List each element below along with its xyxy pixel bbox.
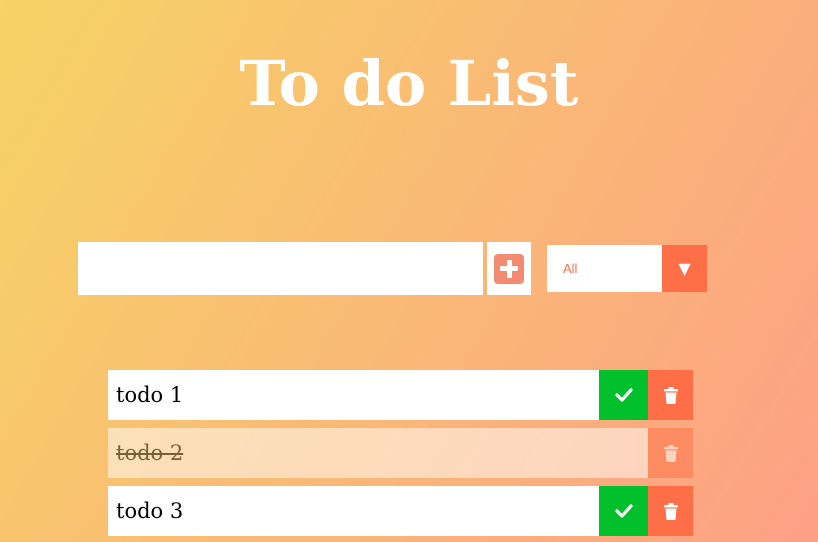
complete-button[interactable] xyxy=(599,486,648,536)
page-title: To do List xyxy=(239,47,579,120)
check-icon xyxy=(614,388,633,402)
todo-list: todo 1 todo 2 todo 3 xyxy=(108,370,693,542)
todo-text: todo 2 xyxy=(116,441,184,465)
delete-button[interactable] xyxy=(648,486,693,536)
plus-square-icon xyxy=(494,253,524,284)
todo-form xyxy=(78,242,531,295)
caret-down-icon[interactable]: ▼ xyxy=(662,245,707,292)
add-todo-button[interactable] xyxy=(487,242,531,295)
complete-button[interactable] xyxy=(599,370,648,420)
filter-select-value[interactable]: All xyxy=(547,245,662,292)
delete-button[interactable] xyxy=(648,428,693,478)
delete-button[interactable] xyxy=(648,370,693,420)
trash-icon xyxy=(663,502,678,520)
todo-item: todo 3 xyxy=(108,486,693,536)
check-icon xyxy=(614,504,633,518)
todo-input[interactable] xyxy=(78,242,483,295)
todo-item: todo 1 xyxy=(108,370,693,420)
todo-item: todo 2 xyxy=(108,428,693,478)
todo-text: todo 3 xyxy=(116,499,184,523)
trash-icon xyxy=(663,386,678,404)
filter-select[interactable]: All ▼ xyxy=(547,245,707,292)
todo-text: todo 1 xyxy=(116,383,184,407)
trash-icon xyxy=(663,444,678,462)
